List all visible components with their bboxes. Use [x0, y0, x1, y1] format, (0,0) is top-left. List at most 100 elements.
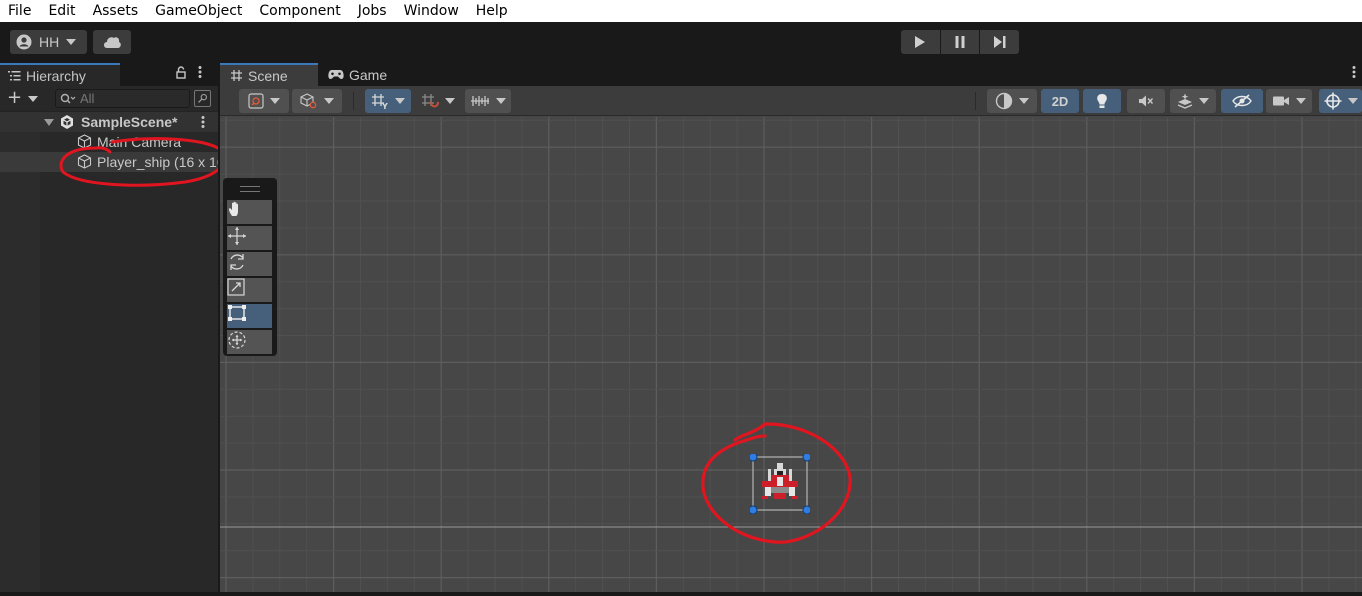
scene-camera-dropdown[interactable] [1266, 89, 1312, 113]
transform-tool-button[interactable] [227, 330, 272, 354]
hierarchy-item-main-camera[interactable]: Main Camera [0, 132, 218, 152]
lighting-toggle[interactable] [1083, 89, 1121, 113]
list-icon [8, 71, 21, 81]
chevron-down-icon [395, 98, 405, 104]
search-window-icon[interactable] [194, 90, 211, 107]
rotate-tool-button[interactable] [227, 252, 272, 276]
account-dropdown[interactable]: HH [10, 30, 87, 54]
more-options-icon[interactable] [201, 115, 205, 129]
gizmos-dropdown[interactable] [1319, 89, 1362, 113]
camera-icon [1273, 96, 1289, 106]
hierarchy-search-input[interactable] [80, 91, 180, 106]
scene-viewport[interactable] [220, 117, 1362, 596]
gizmos-icon [1324, 92, 1341, 110]
rect-tool-icon [228, 305, 246, 321]
move-tool-icon [228, 227, 246, 245]
grid-hash-icon [231, 70, 242, 81]
pause-button[interactable] [940, 30, 980, 54]
player-ship-sprite[interactable] [750, 454, 810, 514]
menu-window[interactable]: Window [396, 0, 468, 22]
audio-toggle[interactable] [1127, 89, 1165, 113]
drag-handle-icon[interactable] [240, 186, 260, 192]
toolbar-separator [353, 92, 354, 110]
tab-scene[interactable]: Scene [220, 63, 318, 86]
hierarchy-toolbar: + [0, 86, 218, 112]
more-options-icon[interactable] [198, 65, 202, 79]
chevron-down-icon [496, 98, 506, 104]
pause-icon [955, 36, 965, 48]
chevron-down-icon [1199, 98, 1209, 104]
menu-edit[interactable]: Edit [40, 0, 84, 22]
draw-mode-icon [995, 92, 1013, 110]
audio-mute-icon [1139, 95, 1154, 107]
transform-tool-icon [228, 331, 246, 349]
hierarchy-tab-bar: Hierarchy [0, 60, 218, 86]
step-button[interactable] [980, 30, 1020, 54]
chevron-down-icon [66, 39, 77, 45]
menu-assets[interactable]: Assets [85, 0, 148, 22]
scene-name: SampleScene* [81, 114, 178, 130]
gameobject-cube-icon [77, 154, 92, 169]
menu-bar: File Edit Assets GameObject Component Jo… [0, 0, 1362, 22]
toggle-2d-button[interactable]: 2D [1041, 89, 1079, 113]
grid-snapping-toggle[interactable]: Y [365, 89, 411, 113]
light-bulb-icon [1097, 94, 1107, 108]
draw-mode-dropdown[interactable] [987, 89, 1037, 113]
scale-tool-icon [227, 278, 245, 296]
move-tool-button[interactable] [227, 226, 272, 250]
more-options-icon[interactable] [1352, 65, 1356, 79]
step-icon [993, 36, 1006, 48]
playback-controls [901, 30, 1020, 54]
chevron-down-icon [445, 98, 455, 104]
scene-visibility-toggle[interactable] [1221, 89, 1263, 113]
scale-tool-button[interactable] [227, 278, 272, 302]
scene-panel: Scene Game Y 2D [220, 60, 1362, 596]
hierarchy-item-player-ship[interactable]: Player_ship (16 x 16) [0, 152, 218, 172]
main-toolbar: HH [0, 22, 1362, 60]
scene-toolbar: Y 2D [220, 86, 1362, 116]
gameobject-cube-icon [77, 134, 92, 149]
menu-component[interactable]: Component [251, 0, 349, 22]
menu-file[interactable]: File [0, 0, 40, 22]
snap-increment-icon [422, 94, 439, 108]
hierarchy-panel: Hierarchy + All SampleScene* Main Camera… [0, 60, 218, 596]
menu-gameobject[interactable]: GameObject [147, 0, 251, 22]
foldout-arrow-icon[interactable] [44, 119, 54, 126]
hand-tool-button[interactable] [227, 200, 272, 224]
add-icon[interactable]: + [7, 89, 22, 107]
increment-snapping-dropdown[interactable] [415, 89, 461, 113]
menu-help[interactable]: Help [468, 0, 517, 22]
scene-row[interactable]: SampleScene* [0, 112, 218, 132]
rect-tool-button[interactable] [227, 304, 272, 328]
effects-dropdown[interactable] [1170, 89, 1216, 113]
hierarchy-item-label: Player_ship (16 x 16) [97, 154, 218, 170]
ruler-dropdown[interactable] [465, 89, 511, 113]
menu-jobs[interactable]: Jobs [350, 0, 396, 22]
gamepad-icon [328, 70, 344, 79]
scene-tab-bar: Scene Game [220, 60, 1362, 86]
cloud-button[interactable] [93, 30, 131, 54]
search-icon [60, 93, 76, 103]
chevron-down-icon [1347, 98, 1358, 104]
chevron-down-icon [1019, 98, 1029, 104]
grid-snap-icon: Y [372, 94, 388, 109]
lock-icon[interactable] [176, 66, 186, 79]
account-name: HH [39, 34, 60, 50]
svg-text:Y: Y [381, 102, 388, 109]
unity-scene-icon [61, 115, 73, 129]
chevron-down-icon [270, 98, 280, 104]
hierarchy-gutter [0, 112, 40, 596]
tab-game[interactable]: Game [318, 63, 408, 86]
component-tools-dropdown[interactable] [292, 89, 342, 113]
chevron-down-icon[interactable] [28, 96, 38, 102]
game-tab-label: Game [349, 66, 388, 83]
tool-context-dropdown[interactable] [239, 89, 289, 113]
effects-layers-icon [1177, 93, 1193, 109]
hierarchy-search[interactable] [55, 89, 190, 108]
play-button[interactable] [901, 30, 940, 54]
hierarchy-tab-label: Hierarchy [26, 67, 86, 84]
tab-hierarchy[interactable]: Hierarchy [0, 63, 120, 86]
toolbar-separator [975, 92, 976, 110]
hierarchy-item-label: Main Camera [97, 134, 182, 150]
cloud-icon [104, 37, 121, 48]
